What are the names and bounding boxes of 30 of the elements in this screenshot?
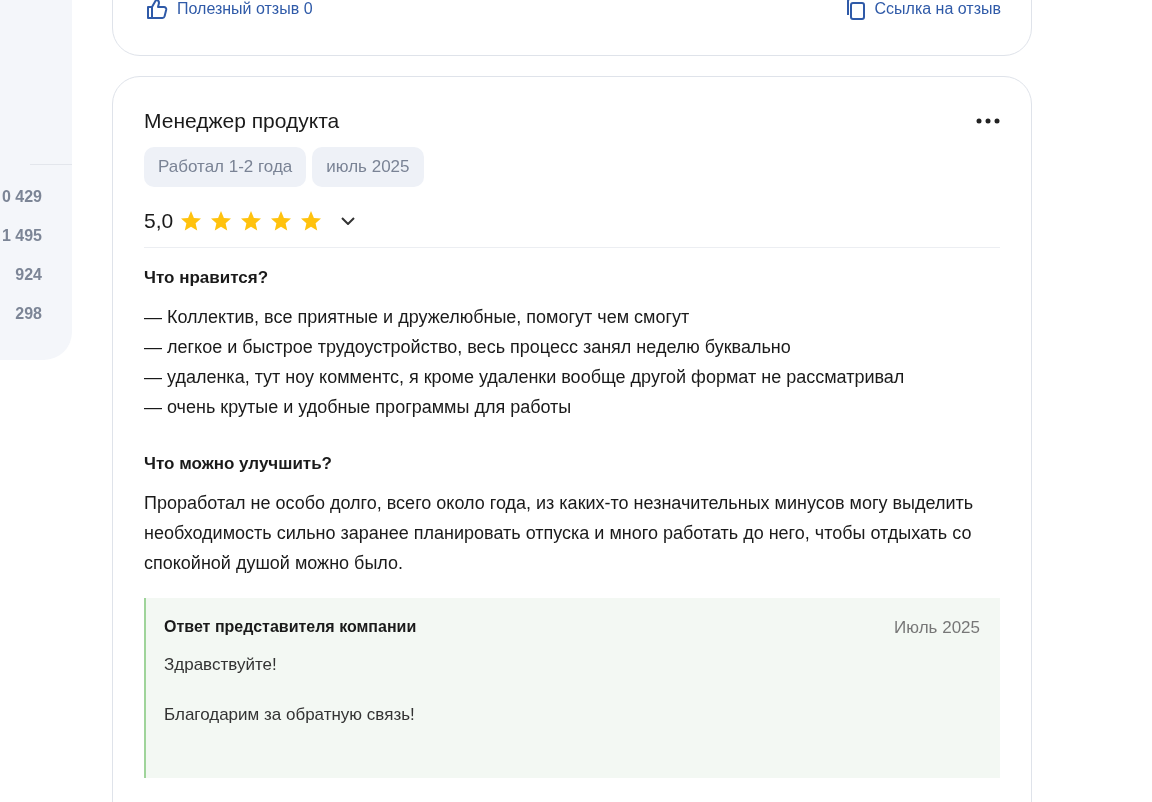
star-icon bbox=[209, 209, 234, 233]
review-title: Менеджер продукта bbox=[144, 109, 340, 133]
count-text: 924 bbox=[15, 266, 42, 285]
star-icon bbox=[179, 209, 204, 233]
reply-title: Ответ представителя компании bbox=[164, 618, 417, 637]
thumbs-up-icon bbox=[145, 0, 169, 21]
reply-text: Здравствуйте! bbox=[164, 654, 278, 676]
helpful-link[interactable]: Полезный отзыв 0 bbox=[145, 0, 313, 21]
review-link[interactable]: Ссылка на отзыв bbox=[842, 0, 1001, 21]
rating-value: 5,0 bbox=[144, 209, 174, 233]
reply-text: Благодарим за обратную связь! bbox=[164, 704, 416, 726]
star-icon bbox=[299, 209, 324, 233]
review-text: — Коллектив, все приятные и дружелюбные, помогут чем смогут bbox=[144, 306, 691, 329]
review-text: — удаленка, тут ноу комментс, я кроме удаленки вообще другой формат не рассматривал bbox=[144, 366, 906, 389]
count-text: 298 bbox=[15, 305, 42, 324]
reply-date: Июль 2025 bbox=[894, 618, 980, 638]
tag: Работал 1-2 года bbox=[144, 147, 307, 187]
star-icon bbox=[269, 209, 294, 233]
count-text: 0 429 bbox=[1, 188, 42, 207]
review-text: — очень крутые и удобные программы для работы bbox=[144, 396, 573, 419]
section-heading: Что нравится? bbox=[144, 268, 270, 288]
chevron-down-icon bbox=[341, 217, 356, 225]
tag: июль 2025 bbox=[312, 147, 424, 187]
review-text: — легкое и быстрое трудоустройство, весь процесс занял неделю буквально bbox=[144, 336, 792, 359]
section-heading: Что можно улучшить? bbox=[144, 454, 333, 474]
more-icon bbox=[976, 118, 1000, 124]
more-button[interactable] bbox=[976, 118, 1000, 124]
count-text: 1 495 bbox=[1, 227, 42, 246]
star-icon bbox=[239, 209, 264, 233]
review-text: Проработал не особо долго, всего около года, из каких-то незначительных минусов могу выделить необходимость сильно заранее планировать отпуска и много работать до него, чтобы отдыхать со спокойной душой можно было. bbox=[144, 492, 975, 575]
